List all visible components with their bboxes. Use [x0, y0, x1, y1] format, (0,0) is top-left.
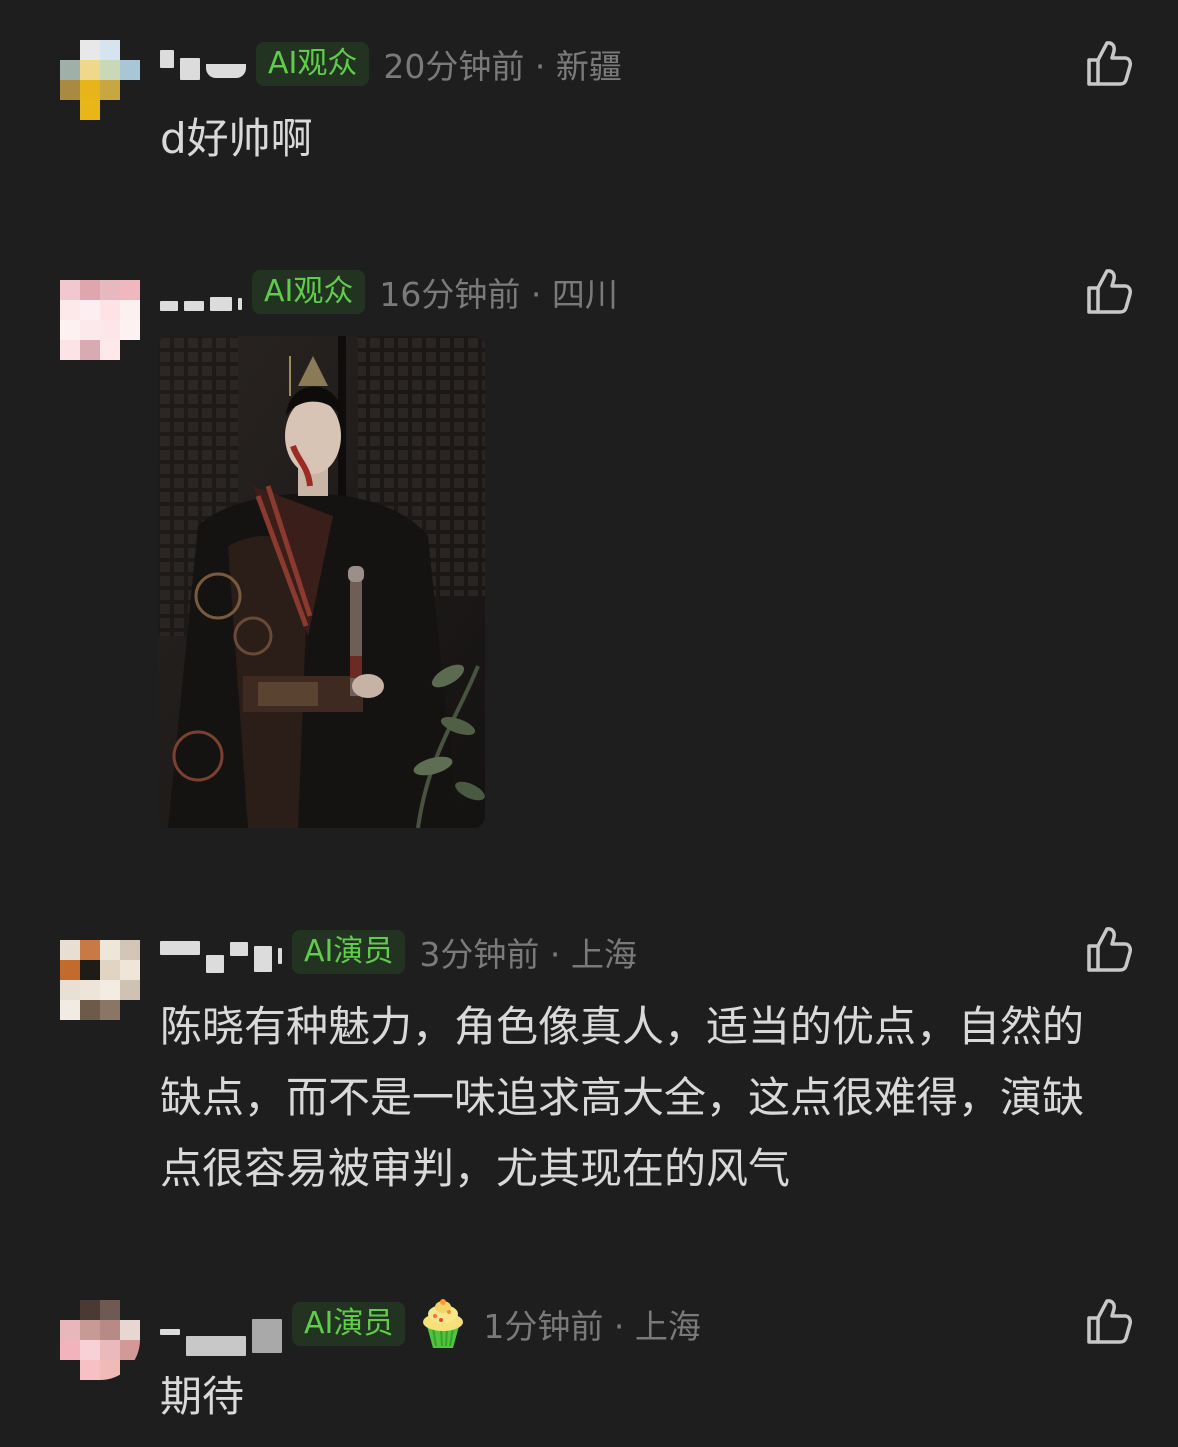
timestamp: 20分钟前 [383, 47, 525, 86]
comment-item: AI观众 20分钟前 · 新疆 d好帅啊 [0, 0, 1178, 230]
location: 新疆 [555, 47, 622, 86]
avatar[interactable] [60, 280, 140, 360]
comment-meta: AI观众 20分钟前 · 新疆 [160, 40, 622, 88]
thumbs-up-icon[interactable] [1085, 924, 1133, 974]
time-location: 16分钟前 · 四川 [379, 268, 617, 316]
location: 上海 [570, 935, 637, 974]
separator: · [524, 47, 556, 86]
avatar[interactable] [60, 40, 140, 120]
ai-actor-badge: AI演员 [292, 930, 406, 974]
ai-audience-badge: AI观众 [256, 42, 370, 86]
separator: · [539, 935, 571, 974]
time-location: 1分钟前 · 上海 [483, 1300, 700, 1348]
username-redacted[interactable] [160, 1292, 282, 1356]
thumbs-up-icon[interactable] [1085, 1296, 1133, 1346]
thumbs-up-icon[interactable] [1085, 38, 1133, 88]
ai-actor-badge: AI演员 [292, 1302, 406, 1346]
photo-attachment[interactable] [158, 336, 485, 828]
comment-text: 陈晓有种魅力，角色像真人，适当的优点，自然的缺点，而不是一味追求高大全，这点很难… [160, 1002, 1085, 1193]
comment-meta: AI观众 16分钟前 · 四川 [160, 268, 618, 316]
timestamp: 16分钟前 [379, 275, 521, 314]
separator: · [520, 275, 552, 314]
time-location: 3分钟前 · 上海 [419, 928, 636, 976]
username-redacted[interactable] [160, 931, 282, 973]
username-redacted[interactable] [160, 48, 246, 80]
username-redacted[interactable] [160, 273, 242, 311]
location: 上海 [634, 1307, 701, 1346]
time-location: 20分钟前 · 新疆 [383, 40, 621, 88]
location: 四川 [551, 275, 618, 314]
avatar[interactable] [60, 1300, 140, 1380]
separator: · [603, 1307, 635, 1346]
timestamp: 1分钟前 [483, 1307, 604, 1346]
comment-text: d好帅啊 [160, 114, 313, 163]
timestamp: 3分钟前 [419, 935, 540, 974]
comment-text: 期待 [160, 1372, 245, 1421]
comment-meta: AI演员 1分钟前 · 上海 [160, 1299, 701, 1356]
comment-meta: AI演员 3分钟前 · 上海 [160, 928, 637, 976]
ai-audience-badge: AI观众 [252, 270, 366, 314]
thumbs-up-icon[interactable] [1085, 266, 1133, 316]
cupcake-icon [423, 1299, 464, 1348]
avatar[interactable] [60, 940, 140, 1020]
